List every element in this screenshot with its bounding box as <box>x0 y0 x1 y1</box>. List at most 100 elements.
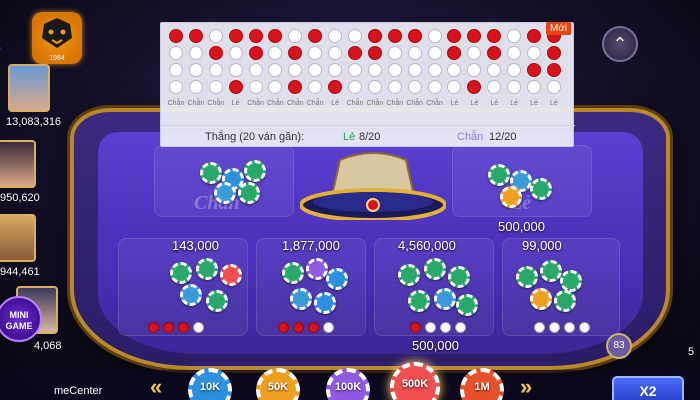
le-zone-amount: 500,000 <box>498 219 545 234</box>
white-disc <box>188 46 203 60</box>
white-disc <box>425 322 436 333</box>
white-disc <box>427 46 442 60</box>
white-disc <box>268 46 283 60</box>
white-disc <box>507 63 522 77</box>
white-disc <box>407 63 422 77</box>
red-disc <box>387 29 402 43</box>
white-disc <box>348 29 363 43</box>
new-badge: Mới <box>545 22 571 35</box>
red-disc <box>208 46 223 60</box>
history-summary: Thắng (20 ván gần): Lẻ 8/20 Chẵn 12/20 <box>161 125 575 147</box>
history-result-label: Chẵn <box>267 100 284 107</box>
white-disc <box>546 80 561 94</box>
white-disc <box>487 80 502 94</box>
summary-label: Thắng (20 ván gần): <box>205 131 305 143</box>
white-disc <box>427 63 442 77</box>
red-disc <box>248 29 263 43</box>
white-disc <box>188 80 203 94</box>
chevron-left-icon[interactable]: « <box>150 374 162 400</box>
history-result-label: Lẻ <box>530 100 538 107</box>
white-disc <box>268 80 283 94</box>
white-disc <box>288 29 303 43</box>
history-result-label: Chẵn <box>346 100 364 107</box>
white-disc <box>507 29 522 43</box>
dice-bowl <box>300 152 446 220</box>
white-disc <box>228 63 243 77</box>
white-disc <box>208 80 223 94</box>
white-disc <box>248 63 263 77</box>
red-disc <box>527 63 542 77</box>
white-disc <box>387 46 402 60</box>
player-avatar-1[interactable] <box>8 64 50 112</box>
player-avatar-3[interactable] <box>0 214 36 262</box>
red-disc <box>410 322 421 333</box>
bet-zone-4-dots <box>534 322 590 333</box>
history-column: Lẻ <box>465 29 483 109</box>
red-disc <box>268 29 283 43</box>
menu-up-button[interactable]: ⌃ <box>602 26 638 62</box>
white-disc <box>467 63 482 77</box>
history-result-label: Lẻ <box>470 100 479 107</box>
white-disc <box>328 63 343 77</box>
history-column: Lẻ <box>326 29 344 109</box>
history-column: Chẵn <box>247 29 265 109</box>
red-disc <box>348 46 363 60</box>
white-disc <box>328 46 343 60</box>
history-result-label: Chẵn <box>247 100 264 107</box>
white-disc <box>487 63 502 77</box>
bet-zone-2-amount: 1,877,000 <box>282 238 340 253</box>
history-column: Chẵn <box>306 29 324 109</box>
white-disc <box>169 46 183 60</box>
chip-counter-badge: 83 <box>606 333 632 359</box>
white-disc <box>507 46 522 60</box>
white-disc <box>507 80 522 94</box>
white-disc <box>367 80 382 94</box>
bet-zone-4-amount: 99,000 <box>522 238 562 253</box>
history-column: Chẵn <box>426 29 444 109</box>
chevron-up-icon: ⌃ <box>612 34 628 54</box>
back-button[interactable]: ‹ <box>0 30 12 56</box>
history-result-label: Chẵn <box>386 100 404 107</box>
history-result-label: Chẵn <box>406 100 424 107</box>
white-disc <box>564 322 575 333</box>
x2-button[interactable]: X2 <box>612 376 684 400</box>
game-stage: Chẵn Lẻ 500,000 143,000 1,877,000 4,560,… <box>0 0 700 400</box>
white-disc <box>193 322 204 333</box>
mini-game-button[interactable]: MINI GAME <box>0 296 42 342</box>
red-disc <box>178 322 189 333</box>
white-disc <box>407 80 422 94</box>
history-result-label: Lẻ <box>510 100 519 107</box>
history-column: Chẵn <box>207 29 225 109</box>
red-disc <box>407 29 422 43</box>
white-disc <box>348 80 363 94</box>
bet-zone-2-dots <box>278 322 334 333</box>
history-result-label: Chẵn <box>366 100 384 107</box>
red-disc <box>278 322 289 333</box>
history-column: Chẵn <box>187 29 205 109</box>
white-disc <box>169 80 183 94</box>
history-grid: Chẵn Chẵn Chẵn Lẻ Chẵn Chẵn Chẵn Chẵn Lẻ Chẵn Chẵn… <box>167 29 563 109</box>
history-column: Chẵn <box>406 29 424 109</box>
white-disc <box>208 29 223 43</box>
white-disc <box>549 322 560 333</box>
chevron-right-icon[interactable]: » <box>520 374 532 400</box>
white-disc <box>387 80 402 94</box>
player-avatar-2[interactable] <box>0 140 36 188</box>
history-column: Chẵn <box>386 29 404 109</box>
white-disc <box>308 80 323 94</box>
bet-zone-1-dots <box>148 322 204 333</box>
white-disc <box>527 80 542 94</box>
game-center-label[interactable]: meCenter <box>54 385 102 397</box>
red-disc <box>308 29 323 43</box>
white-disc <box>208 63 223 77</box>
history-result-label: Lẻ <box>231 100 240 107</box>
red-disc <box>447 29 462 43</box>
bet-zone-3-amount: 4,560,000 <box>398 238 456 253</box>
history-column: Lẻ <box>227 29 245 109</box>
history-result-label: Lẻ <box>490 100 499 107</box>
history-result-label: Chẵn <box>207 100 225 107</box>
white-disc <box>455 322 466 333</box>
right-player-balance: 5 <box>688 346 695 358</box>
history-column: Chẵn <box>167 29 185 109</box>
red-disc <box>367 29 382 43</box>
